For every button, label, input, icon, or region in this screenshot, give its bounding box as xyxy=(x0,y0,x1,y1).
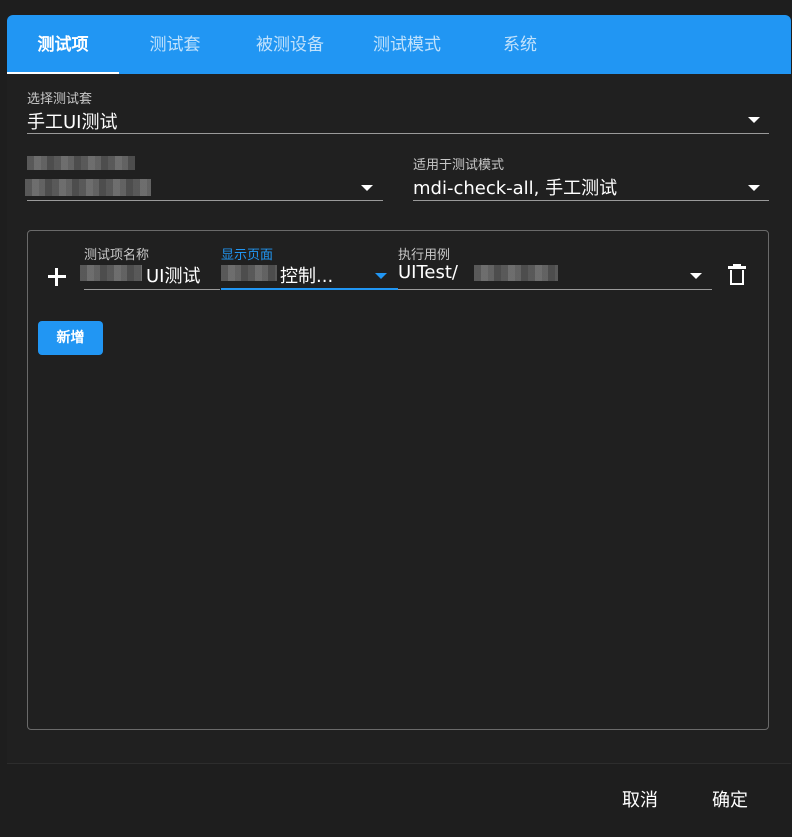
test-item-name-underline xyxy=(84,289,220,290)
active-tab-indicator xyxy=(7,72,119,74)
test-items-panel: 测试项名称 UI测试 显示页面 控制... 执行用例 UITest/ 新增 xyxy=(27,230,769,730)
chevron-down-icon[interactable] xyxy=(690,273,702,279)
chevron-down-icon[interactable] xyxy=(361,185,373,191)
redacted-name-prefix xyxy=(80,265,142,281)
mode-select-value: mdi-check-all, 手工测试 xyxy=(413,178,618,199)
suite-select-underline xyxy=(27,133,769,134)
chevron-down-icon[interactable] xyxy=(748,185,760,191)
test-item-name-value: UI测试 xyxy=(146,266,201,287)
mode-select-underline xyxy=(413,200,769,201)
add-button[interactable]: 新增 xyxy=(38,321,103,355)
tab-test-items[interactable]: 测试项 xyxy=(7,15,119,74)
tab-test-modes[interactable]: 测试模式 xyxy=(352,15,462,74)
tab-bar: 测试项 测试套 被测设备 测试模式 系统 xyxy=(7,15,791,74)
redacted-page-prefix xyxy=(221,265,277,281)
suite-select-value: 手工UI测试 xyxy=(27,112,118,133)
tab-test-suites[interactable]: 测试套 xyxy=(119,15,231,74)
confirm-button[interactable]: 确定 xyxy=(712,786,748,812)
tab-devices-under-test[interactable]: 被测设备 xyxy=(235,15,345,74)
trash-icon[interactable] xyxy=(728,264,746,287)
tab-system[interactable]: 系统 xyxy=(465,15,575,74)
cancel-button[interactable]: 取消 xyxy=(622,786,658,812)
chevron-down-icon[interactable] xyxy=(375,273,387,279)
test-case-label: 执行用例 xyxy=(398,248,451,263)
test-case-underline xyxy=(398,289,712,290)
redacted-select-underline xyxy=(27,200,383,201)
redacted-case-suffix xyxy=(474,265,558,281)
display-page-value: 控制... xyxy=(280,266,334,287)
test-item-name-label: 测试项名称 xyxy=(84,248,150,263)
suite-select-label: 选择测试套 xyxy=(27,92,93,107)
mode-select-label: 适用于测试模式 xyxy=(413,158,505,173)
display-page-underline xyxy=(221,288,398,290)
dialog: 测试项 测试套 被测设备 测试模式 系统 选择测试套 手工UI测试 适用于测试模… xyxy=(7,15,791,764)
test-case-value: UITest/ xyxy=(398,262,458,283)
redacted-label xyxy=(27,156,135,170)
display-page-label: 显示页面 xyxy=(221,248,274,263)
redacted-value xyxy=(25,179,151,196)
chevron-down-icon[interactable] xyxy=(748,117,760,123)
plus-icon[interactable] xyxy=(48,268,66,286)
